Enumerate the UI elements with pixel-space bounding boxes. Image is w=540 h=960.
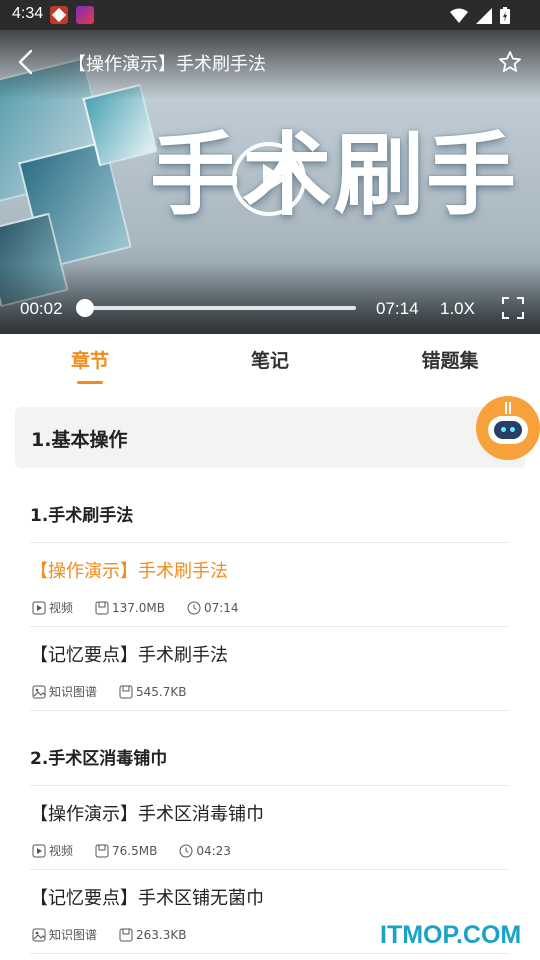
chapter-title: 1.手术刷手法 (30, 506, 134, 526)
image-icon (32, 685, 46, 698)
lesson-item-meta: 视频 137.0MB 07:14 (32, 599, 261, 616)
section-header[interactable]: 1.基本操作 (15, 407, 525, 468)
lesson-size: 76.5MB (112, 843, 158, 858)
video-title: 【操作演示】手术刷手法 (68, 54, 266, 75)
lesson-size: 263.3KB (136, 927, 187, 942)
tab-chapters[interactable]: 章节 (30, 346, 150, 373)
robot-antenna (505, 402, 511, 414)
tab-wrong-questions[interactable]: 错题集 (390, 346, 510, 373)
file-size-icon (95, 844, 109, 857)
signal-icon (476, 7, 492, 24)
back-icon[interactable] (14, 48, 38, 76)
clock-icon (187, 601, 201, 614)
divider (30, 785, 510, 786)
tab-notes[interactable]: 笔记 (210, 346, 330, 373)
clock-icon (179, 844, 193, 857)
lesson-type: 知识图谱 (49, 685, 98, 699)
progress-bar[interactable] (76, 299, 356, 317)
lesson-duration: 07:14 (203, 600, 239, 615)
image-icon (32, 928, 46, 941)
play-button[interactable] (232, 142, 306, 216)
watermark: ITMOP.COM (380, 921, 522, 949)
lesson-type: 知识图谱 (49, 928, 98, 942)
file-size-icon (119, 928, 133, 941)
status-time: 4:34 (12, 5, 44, 22)
section-title: 1.基本操作 (31, 429, 128, 451)
file-size-icon (95, 601, 109, 614)
video-icon (32, 844, 46, 857)
lesson-type: 视频 (49, 601, 74, 615)
app-notification-icon-2 (76, 6, 94, 24)
video-player[interactable]: 手术刷手 【操作演示】手术刷手法 00:02 07:14 1.0X (0, 30, 540, 334)
app-notification-icon (50, 6, 68, 24)
divider (30, 542, 510, 543)
battery-icon (500, 7, 510, 24)
fullscreen-icon[interactable] (502, 297, 524, 319)
total-time: 07:14 (376, 299, 419, 318)
video-icon (32, 601, 46, 614)
lesson-item-title[interactable]: 【记忆要点】手术刷手法 (30, 641, 228, 667)
wifi-icon (450, 8, 468, 23)
video-overlay-title: 手术刷手 (150, 123, 518, 228)
lesson-duration: 04:23 (196, 843, 231, 858)
playback-speed-button[interactable]: 1.0X (440, 299, 475, 319)
robot-eye-icon (501, 427, 506, 432)
divider (30, 869, 510, 870)
favorite-star-icon[interactable] (498, 50, 522, 74)
lesson-item-title[interactable]: 【记忆要点】手术区铺无菌巾 (30, 884, 264, 910)
robot-screen (494, 421, 522, 439)
divider (30, 626, 510, 627)
tab-bar: 章节 笔记 错题集 (0, 334, 540, 392)
robot-eye-icon (510, 427, 515, 432)
assistant-robot-button[interactable] (476, 396, 540, 460)
divider (30, 710, 510, 711)
status-bar: 4:34 (0, 0, 540, 30)
chapter-title: 2.手术区消毒铺巾 (30, 749, 168, 769)
divider (30, 953, 510, 954)
lesson-type: 视频 (49, 844, 74, 858)
status-indicators (450, 7, 510, 24)
lesson-item-title[interactable]: 【操作演示】手术刷手法 (30, 557, 228, 583)
current-time: 00:02 (20, 299, 63, 318)
tab-active-indicator (77, 381, 103, 384)
file-size-icon (119, 685, 133, 698)
lesson-size: 137.0MB (112, 600, 165, 615)
lesson-item-title[interactable]: 【操作演示】手术区消毒铺巾 (30, 800, 264, 826)
lesson-item-meta: 视频 76.5MB 04:23 (32, 842, 253, 859)
lesson-size: 545.7KB (136, 684, 187, 699)
lesson-item-meta: 知识图谱 263.3KB (32, 926, 208, 943)
lesson-item-meta: 知识图谱 545.7KB (32, 683, 208, 700)
